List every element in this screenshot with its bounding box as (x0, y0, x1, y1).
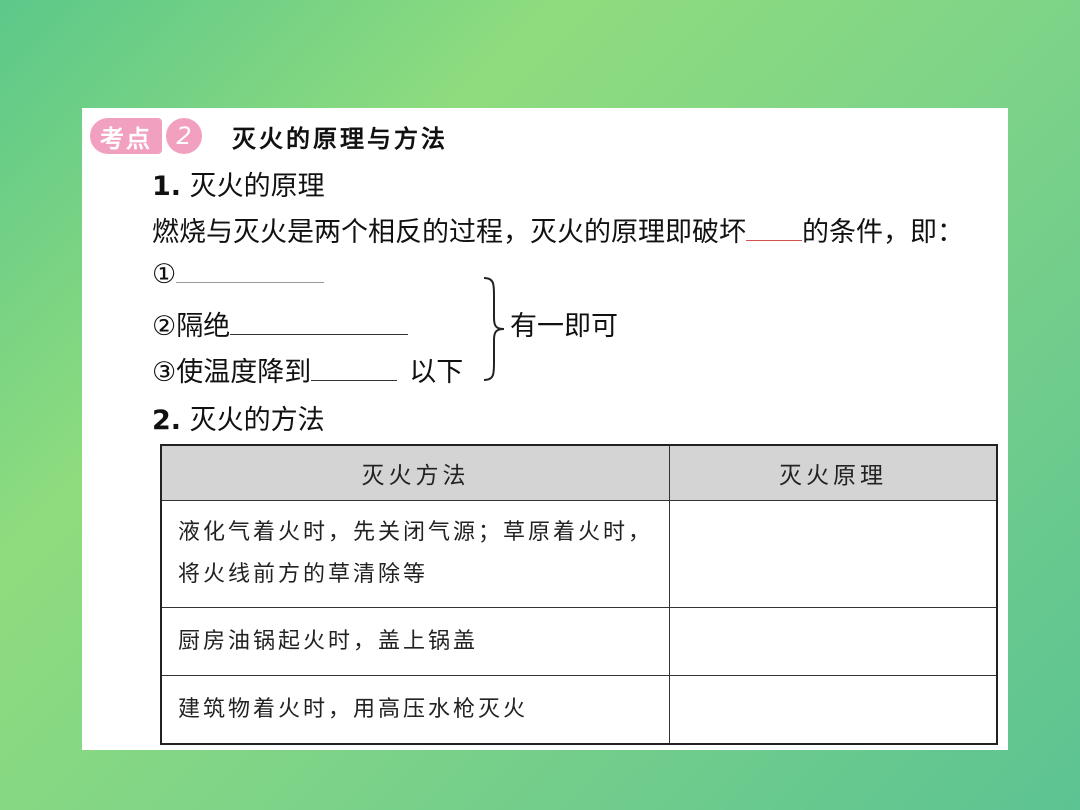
table-header-row: 灭火方法 灭火原理 (160, 444, 998, 501)
combustion-blank[interactable] (746, 216, 802, 241)
fire-methods-table: 灭火方法 灭火原理 液化气着火时，先关闭气源；草原着火时，将火线前方的草清除等 … (160, 444, 998, 745)
item1-blank[interactable] (176, 258, 325, 283)
principle-sentence: 燃烧与灭火是两个相反的过程，灭火的原理即破坏 的条件，即： (152, 210, 964, 249)
brace-note: 有一即可 (510, 311, 618, 342)
heading-methods-text: 灭火的方法 (189, 405, 325, 436)
section-title: 灭火的原理与方法 (232, 124, 448, 153)
heading-methods: 2. 灭火的方法 (152, 398, 325, 437)
header-principle: 灭火原理 (669, 444, 998, 501)
item3-suffix: 以下 (409, 357, 464, 388)
principle-answer-cell[interactable] (669, 607, 998, 676)
slide: 考点 2 灭火的原理与方法 1. 灭火的原理 燃烧与灭火是两个相反的过程，灭火的… (82, 108, 1008, 750)
kaodian-number-badge: 2 (166, 118, 202, 154)
section-header: 考点 2 灭火的原理与方法 (90, 114, 448, 158)
kaodian-badge: 考点 (90, 118, 162, 154)
heading-methods-number: 2. (152, 405, 182, 436)
heading-principle-text: 灭火的原理 (189, 171, 325, 202)
principle-sentence-end: 的条件，即： (802, 217, 964, 248)
curly-brace-icon (483, 277, 505, 381)
heading-principle-number: 1. (152, 171, 182, 202)
principle-sentence-start: 燃烧与灭火是两个相反的过程，灭火的原理即破坏 (152, 217, 746, 248)
header-method: 灭火方法 (160, 444, 670, 501)
method-item-1: ① (152, 258, 325, 290)
method-cell: 液化气着火时，先关闭气源；草原着火时，将火线前方的草清除等 (160, 500, 670, 608)
table-row: 液化气着火时，先关闭气源；草原着火时，将火线前方的草清除等 (160, 500, 998, 608)
table-row: 厨房油锅起火时，盖上锅盖 (160, 607, 998, 676)
heading-principle: 1. 灭火的原理 (152, 164, 325, 203)
item2-blank[interactable] (230, 310, 409, 335)
item1-marker: ① (152, 259, 177, 290)
item2-label: ②隔绝 (152, 311, 231, 342)
method-item-3: ③使温度降到 以下 (152, 350, 463, 389)
item3-label: ③使温度降到 (152, 357, 312, 388)
principle-answer-cell[interactable] (669, 500, 998, 608)
method-cell: 厨房油锅起火时，盖上锅盖 (160, 607, 670, 676)
method-item-2: ②隔绝 (152, 304, 409, 343)
table-row: 建筑物着火时，用高压水枪灭火 (160, 675, 998, 745)
method-cell: 建筑物着火时，用高压水枪灭火 (160, 675, 670, 745)
principle-answer-cell[interactable] (669, 675, 998, 745)
item3-blank[interactable] (311, 356, 398, 381)
